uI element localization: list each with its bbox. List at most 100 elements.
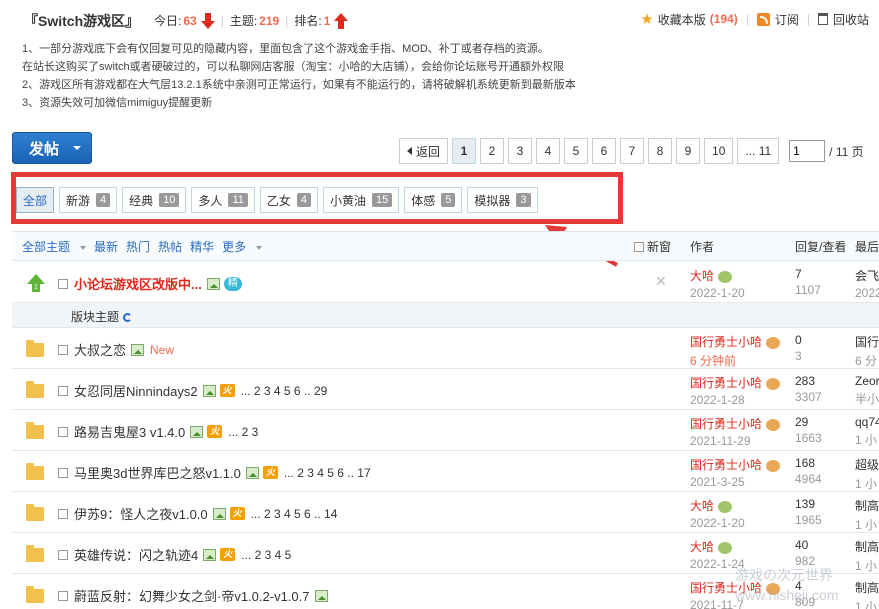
tab-count: 4 xyxy=(296,193,311,207)
tab-new-games[interactable]: 新游 4 xyxy=(59,187,118,213)
author-name[interactable]: 国行勇士小哈 xyxy=(690,458,762,472)
tab-all[interactable]: 全部 xyxy=(16,187,55,213)
thread-pages[interactable]: ... 2 3 4 5 xyxy=(241,548,291,562)
folder-icon xyxy=(26,381,44,398)
last-poster[interactable]: 制高 xyxy=(855,497,879,514)
reply-count: 7 xyxy=(795,267,802,281)
back-button[interactable]: 返回 xyxy=(399,138,449,164)
tab-classic[interactable]: 经典 10 xyxy=(122,187,187,213)
today-label: 今日: xyxy=(154,14,182,28)
thread-checkbox[interactable] xyxy=(58,278,68,289)
filter-hot[interactable]: 热门 xyxy=(126,238,150,255)
author-name[interactable]: 大哈 xyxy=(690,499,714,513)
filter-label: 全部主题 xyxy=(22,240,71,254)
close-icon[interactable]: ✕ xyxy=(655,273,667,290)
last-time: 2022 xyxy=(855,286,879,300)
page-link-6[interactable]: 6 xyxy=(592,138,617,164)
page-link-9[interactable]: 9 xyxy=(676,138,701,164)
post-date: 2022-1-20 xyxy=(690,516,745,530)
last-poster[interactable]: 制高 xyxy=(855,579,879,596)
last-poster[interactable]: 制高 xyxy=(855,538,879,555)
thread-pages[interactable]: ... 2 3 4 5 6 .. 14 xyxy=(251,507,338,521)
page-link-2[interactable]: 2 xyxy=(480,138,505,164)
tab-emulator[interactable]: 模拟器 3 xyxy=(467,187,538,213)
page-link-8[interactable]: 8 xyxy=(648,138,673,164)
filter-latest[interactable]: 最新 xyxy=(94,238,118,255)
last-time: 半小 xyxy=(855,392,879,406)
author-name[interactable]: 国行勇士小哈 xyxy=(690,417,762,431)
last-time: 1 小 xyxy=(855,518,878,532)
thread-checkbox[interactable] xyxy=(58,508,68,519)
filter-digest[interactable]: 精华 xyxy=(190,238,214,255)
chevron-down-icon xyxy=(256,245,263,250)
thread-pages[interactable]: ... 2 3 4 5 6 .. 17 xyxy=(284,466,371,480)
author-name[interactable]: 大哈 xyxy=(690,269,714,283)
author-name[interactable]: 国行勇士小哈 xyxy=(690,335,762,349)
author-name[interactable]: 国行勇士小哈 xyxy=(690,376,762,390)
thread-title[interactable]: 马里奥3d世界库巴之怒v1.1.0 xyxy=(74,463,241,482)
filter-more[interactable]: 更多 xyxy=(222,238,263,255)
last-poster[interactable]: 会飞 xyxy=(855,267,879,284)
arrow-down-icon xyxy=(200,12,215,29)
folder-icon xyxy=(26,545,44,562)
thread-checkbox[interactable] xyxy=(58,426,68,437)
thread-title[interactable]: 英雄传说：闪之轨迹4 xyxy=(74,545,198,564)
sticky-thread-row: 1 小论坛游戏区改版中... 精 ✕ 大哈 2022-1-20 7 1107 会… xyxy=(12,262,879,303)
thread-title[interactable]: 大叔之恋 xyxy=(74,340,126,359)
svg-text:1: 1 xyxy=(34,284,38,291)
image-icon xyxy=(190,425,204,438)
last-poster[interactable]: 超级 xyxy=(855,456,879,473)
filter-all-topics[interactable]: 全部主题 xyxy=(22,238,87,255)
tab-otome[interactable]: 乙女 4 xyxy=(259,187,318,213)
thread-title[interactable]: 女忍同居Ninnindays2 xyxy=(74,381,198,400)
page-link-5[interactable]: 5 xyxy=(564,138,589,164)
thread-checkbox[interactable] xyxy=(58,385,68,396)
page-link-7[interactable]: 7 xyxy=(620,138,645,164)
thread-row: 马里奥3d世界库巴之怒v1.1.0 火 ... 2 3 4 5 6 .. 17 … xyxy=(12,451,879,492)
page-link-3[interactable]: 3 xyxy=(508,138,533,164)
filter-hot-posts[interactable]: 热帖 xyxy=(158,238,182,255)
tab-multiplayer[interactable]: 多人 11 xyxy=(191,187,255,213)
page-link-last[interactable]: ... 11 xyxy=(737,138,780,164)
tab-label: 全部 xyxy=(23,193,48,208)
thread-pages[interactable]: ... 2 3 4 5 6 .. 29 xyxy=(241,384,328,398)
new-window-toggle[interactable]: 新窗 xyxy=(634,238,671,255)
thread-title[interactable]: 小论坛游戏区改版中... xyxy=(74,274,202,293)
thread-checkbox[interactable] xyxy=(58,344,68,355)
last-poster[interactable]: qq74 xyxy=(855,415,879,429)
new-window-label: 新窗 xyxy=(647,240,672,254)
view-count: 1965 xyxy=(795,513,822,527)
section-label: 版块主题 xyxy=(71,310,120,324)
rank-value: 1 xyxy=(323,13,331,28)
recycle-bin-button[interactable]: 回收站 xyxy=(817,11,869,28)
subscribe-label: 订阅 xyxy=(774,12,799,27)
thread-checkbox[interactable] xyxy=(58,590,68,601)
last-poster[interactable]: 国行 xyxy=(855,333,879,350)
page-link-10[interactable]: 10 xyxy=(704,138,734,164)
image-icon xyxy=(202,384,216,397)
new-window-checkbox[interactable] xyxy=(634,241,644,252)
hot-badge-icon: 火 xyxy=(262,466,278,479)
thread-checkbox[interactable] xyxy=(58,549,68,560)
new-post-button[interactable]: 发帖 xyxy=(12,132,92,164)
tab-motion[interactable]: 体感 5 xyxy=(404,187,463,213)
tab-label: 小黄油 xyxy=(330,193,367,208)
digest-badge: 精 xyxy=(223,276,242,291)
thread-title[interactable]: 伊苏9：怪人之夜v1.0.0 xyxy=(74,504,208,523)
thread-title[interactable]: 路易吉鬼屋3 v1.4.0 xyxy=(74,422,185,441)
thread-title[interactable]: 蔚蓝反射：幻舞少女之剑·帝v1.0.2-v1.0.7 xyxy=(74,586,310,605)
refresh-icon[interactable] xyxy=(123,313,133,323)
favorite-button[interactable]: ★ 收藏本版 (194) xyxy=(640,10,737,28)
tab-adult[interactable]: 小黄油 15 xyxy=(323,187,400,213)
thread-checkbox[interactable] xyxy=(58,467,68,478)
page-link-4[interactable]: 4 xyxy=(536,138,561,164)
subscribe-button[interactable]: 订阅 xyxy=(756,11,799,28)
author-name[interactable]: 大哈 xyxy=(690,540,714,554)
page-link-1[interactable]: 1 xyxy=(452,138,477,164)
section-divider: 版块主题 xyxy=(12,303,879,328)
tab-label: 新游 xyxy=(66,193,91,208)
page-jump-input[interactable] xyxy=(789,140,826,162)
rss-icon xyxy=(756,12,770,26)
thread-pages[interactable]: ... 2 3 xyxy=(228,425,258,439)
last-poster[interactable]: Zeor xyxy=(855,374,879,388)
